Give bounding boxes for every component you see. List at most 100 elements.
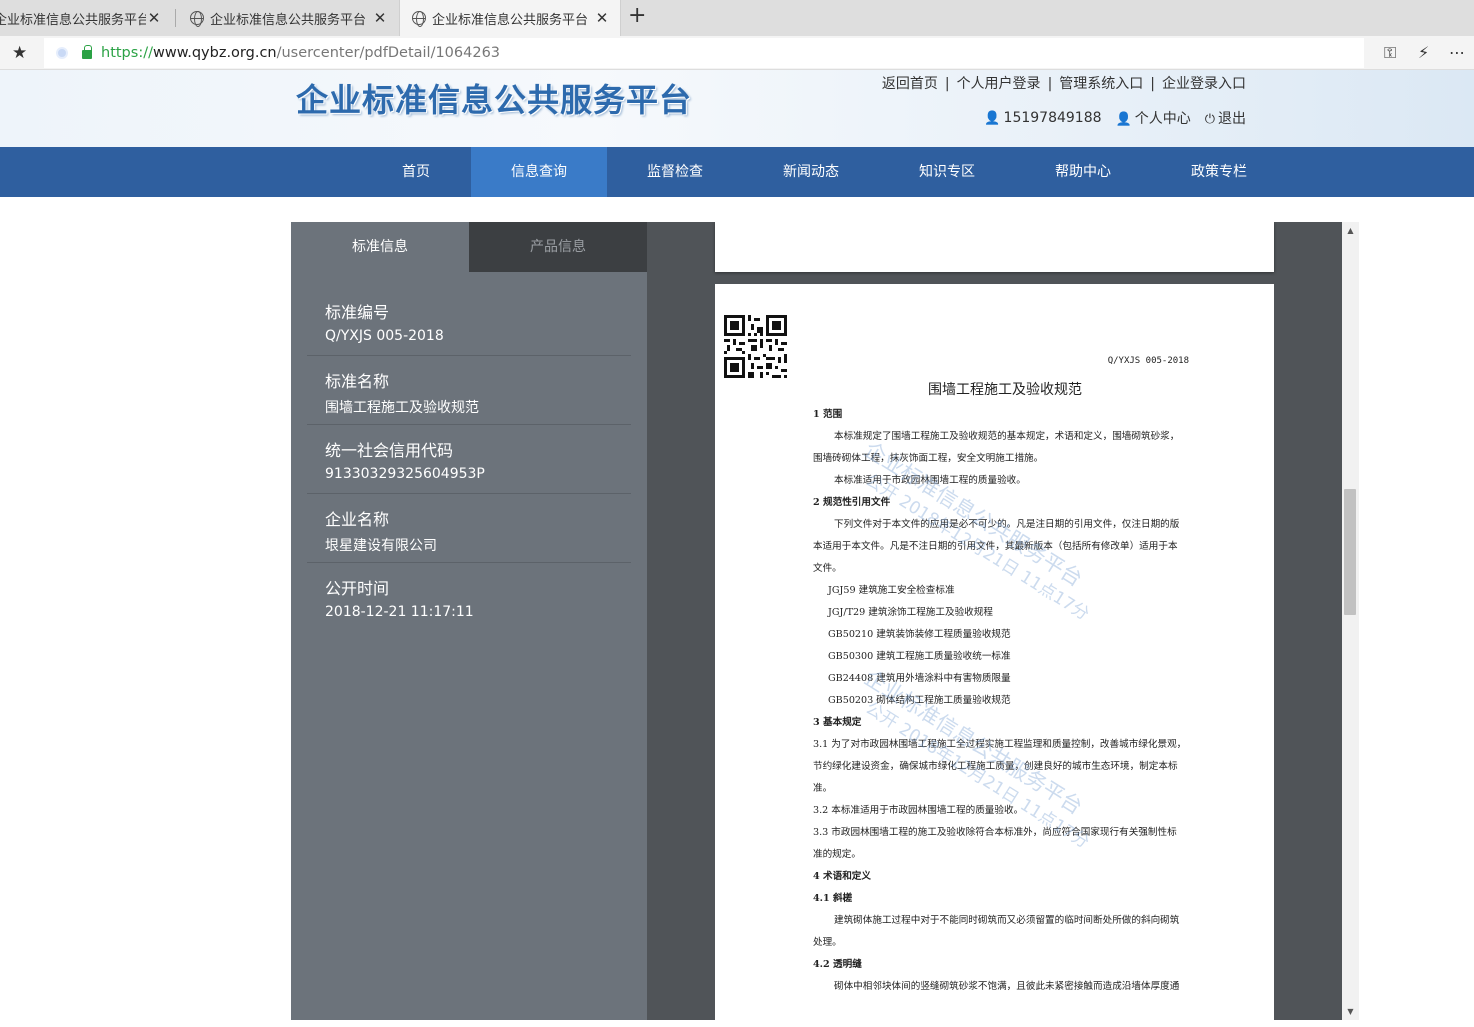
nav-item-knowledge[interactable]: 知识专区 (879, 147, 1015, 197)
link-separator: | (944, 76, 950, 92)
scroll-up-icon[interactable]: ▲ (1342, 226, 1359, 235)
user-icon: 👤 (1115, 112, 1132, 127)
doc-line: GB24408 建筑用外墙涂料中有害物质限量 (828, 673, 1011, 684)
doc-line: 准。 (813, 783, 833, 794)
doc-line: 处理。 (813, 937, 842, 948)
close-icon[interactable]: ✕ (372, 9, 388, 27)
personal-login-link[interactable]: 个人用户登录 (957, 76, 1041, 92)
info-sidebar: 标准信息 产品信息 标准编号 Q/YXJS 005-2018 标准名称 围墙工程… (291, 222, 647, 1020)
field-credit-code: 统一社会信用代码 91330329325604953P (307, 425, 631, 494)
phone-number: 15197849188 (1003, 110, 1102, 126)
doc-line: 4.2 透明缝 (813, 959, 862, 970)
doc-line: JGJ/T29 建筑涂饰工程施工及验收规程 (828, 607, 993, 618)
field-standard-name: 标准名称 围墙工程施工及验收规范 (307, 356, 631, 425)
globe-icon (190, 11, 204, 27)
user-phone[interactable]: 👤 15197849188 (984, 110, 1101, 126)
url-text[interactable]: https://www.qybz.org.cn/usercenter/pdfDe… (101, 45, 500, 61)
tab-title: 企业标准信息公共服务平台 (0, 12, 146, 28)
nav-item-info-query[interactable]: 信息查询 (471, 147, 607, 197)
doc-line: 3.2 本标准适用于市政园林围墙工程的质量验收。 (813, 805, 1024, 816)
pdf-page: Q/YXJS 005-2018 围墙工程施工及验收规范 1 范围 本标准规定了围… (715, 284, 1274, 1020)
personal-center-link[interactable]: 👤 个人中心 (1116, 108, 1191, 128)
more-icon[interactable]: ⋯ (1449, 43, 1465, 62)
favorites-icon[interactable]: ★ (12, 43, 27, 63)
qr-code (724, 315, 787, 378)
doc-line: 4.1 斜槎 (813, 893, 853, 904)
site-header: 企业标准信息公共服务平台 返回首页 | 个人用户登录 | 管理系统入口 | 企业登录入口 👤… (0, 70, 1474, 147)
link-separator: | (1150, 76, 1155, 92)
browser-tab-active[interactable]: 企业标准信息公共服务平台 ✕ (399, 0, 621, 36)
tab-product-info[interactable]: 产品信息 (469, 222, 647, 272)
link-separator: | (1047, 76, 1053, 92)
pdf-page-previous (715, 222, 1274, 272)
globe-icon (412, 11, 426, 27)
home-link[interactable]: 返回首页 (882, 76, 938, 92)
bolt-icon[interactable]: ⚡ (1418, 43, 1429, 62)
browser-tab-bar: 企业标准信息公共服务平台 ✕ 企业标准信息公共服务平台 ✕ 企业标准信息公共服务… (0, 0, 1474, 36)
doc-line: 建筑砌体施工过程中对于不能同时砌筑而又必须留置的临时间断处所做的斜向砌筑 (834, 915, 1180, 926)
document-title: 围墙工程施工及验收规范 (928, 382, 1082, 398)
field-value: 91330329325604953P (325, 466, 485, 482)
doc-line: 围墙砖砌体工程，抹灰饰面工程，安全文明施工措施。 (813, 453, 1044, 464)
pdf-viewer[interactable]: Q/YXJS 005-2018 围墙工程施工及验收规范 1 范围 本标准规定了围… (647, 222, 1342, 1020)
enterprise-login-link[interactable]: 企业登录入口 (1162, 76, 1246, 92)
doc-line: GB50210 建筑装饰装修工程质量验收规范 (828, 629, 1011, 640)
tab-standard-info[interactable]: 标准信息 (291, 222, 469, 272)
doc-line: 3.3 市政园林围墙工程的施工及验收除符合本标准外，尚应符合国家现行有关强制性标 (813, 827, 1177, 838)
browser-tab[interactable]: 企业标准信息公共服务平台 ✕ (0, 0, 172, 36)
url-field[interactable]: https://www.qybz.org.cn/usercenter/pdfDe… (44, 38, 1364, 68)
nav-item-news[interactable]: 新闻动态 (743, 147, 879, 197)
nav-item-help[interactable]: 帮助中心 (1015, 147, 1151, 197)
user-icon: 👤 (984, 111, 1001, 126)
field-standard-number: 标准编号 Q/YXJS 005-2018 (307, 287, 631, 356)
main-nav: 首页 信息查询 监督检查 新闻动态 知识专区 帮助中心 政策专栏 (0, 147, 1474, 197)
top-links: 返回首页 | 个人用户登录 | 管理系统入口 | 企业登录入口 (882, 73, 1246, 93)
field-label: 标准名称 (325, 372, 390, 391)
doc-line: GB50300 建筑工程施工质量验收统一标准 (828, 651, 1011, 662)
doc-line: 文件。 (813, 563, 842, 574)
logout-link[interactable]: ⏻ 退出 (1205, 108, 1246, 128)
new-tab-button[interactable]: + (628, 3, 646, 28)
document-standard-number: Q/YXJS 005-2018 (1107, 356, 1189, 366)
logout-label: 退出 (1218, 111, 1246, 127)
doc-line: 3 基本规定 (813, 717, 862, 728)
content-area: 标准信息 产品信息 标准编号 Q/YXJS 005-2018 标准名称 围墙工程… (291, 222, 1359, 1020)
close-icon[interactable]: ✕ (594, 9, 610, 27)
url-scheme: https:// (101, 45, 153, 61)
doc-line: JGJ59 建筑施工安全检查标准 (828, 585, 955, 596)
field-value: 围墙工程施工及验收规范 (325, 400, 479, 416)
field-label: 企业名称 (325, 510, 390, 529)
url-host: www.qybz.org.cn (152, 45, 277, 61)
doc-line: 准的规定。 (813, 849, 861, 860)
close-icon[interactable]: ✕ (146, 9, 162, 27)
key-icon[interactable]: ⚿ (1384, 43, 1396, 63)
nav-item-supervision[interactable]: 监督检查 (607, 147, 743, 197)
site-logo[interactable]: 企业标准信息公共服务平台 (296, 75, 692, 121)
scroll-down-icon[interactable]: ▼ (1342, 1007, 1359, 1016)
scrollbar-thumb[interactable] (1344, 489, 1356, 615)
personal-center-label: 个人中心 (1134, 111, 1191, 127)
field-label: 标准编号 (325, 303, 390, 322)
field-label: 公开时间 (325, 579, 390, 598)
tab-title: 企业标准信息公共服务平台 (432, 12, 589, 28)
tab-title: 企业标准信息公共服务平台 (210, 12, 367, 28)
viewer-scrollbar[interactable]: ▲ ▼ (1342, 222, 1359, 1020)
nav-item-home[interactable]: 首页 (348, 147, 484, 197)
field-value: 2018-12-21 11:17:11 (325, 604, 474, 620)
url-path: /usercenter/pdfDetail/1064263 (276, 45, 501, 61)
field-publish-time: 公开时间 2018-12-21 11:17:11 (307, 563, 631, 632)
power-icon: ⏻ (1204, 112, 1215, 127)
doc-line: 砌体中相邻块体间的竖缝砌筑砂浆不饱满，且彼此未紧密接触而造成沿墙体厚度通 (834, 981, 1180, 992)
tab-separator (175, 9, 176, 27)
field-value: 垠星建设有限公司 (325, 538, 437, 554)
doc-line: 1 范围 (813, 409, 843, 420)
field-value: Q/YXJS 005-2018 (325, 328, 444, 344)
nav-item-policy[interactable]: 政策专栏 (1151, 147, 1287, 197)
admin-entry-link[interactable]: 管理系统入口 (1059, 76, 1143, 92)
field-company-name: 企业名称 垠星建设有限公司 (307, 494, 631, 563)
address-bar: ★ https://www.qybz.org.cn/usercenter/pdf… (0, 36, 1474, 70)
shield-icon[interactable] (56, 47, 68, 59)
browser-tab[interactable]: 企业标准信息公共服务平台 ✕ (178, 0, 398, 36)
lock-icon[interactable] (82, 45, 92, 59)
doc-line: 4 术语和定义 (813, 871, 871, 882)
